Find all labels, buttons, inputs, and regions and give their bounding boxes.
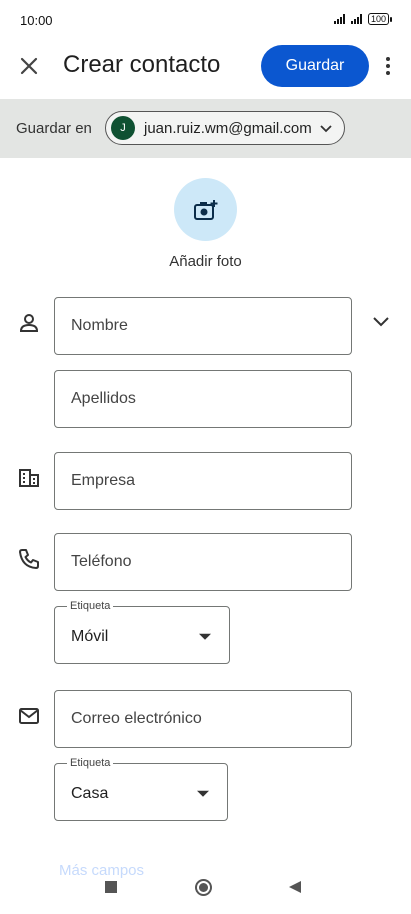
dropdown-arrow-icon: [197, 790, 209, 797]
more-fields-button[interactable]: Más campos: [59, 862, 144, 879]
save-button[interactable]: Guardar: [261, 45, 369, 87]
more-vert-icon: [386, 57, 390, 61]
email-label-caption: Etiqueta: [67, 757, 114, 769]
company-placeholder: Empresa: [71, 472, 136, 489]
signal-icon: [350, 14, 362, 24]
home-icon: [199, 883, 208, 892]
expand-name-button[interactable]: [371, 311, 391, 331]
close-icon: [20, 57, 38, 75]
email-field[interactable]: Correo electrónico: [54, 690, 352, 748]
add-photo-button[interactable]: [174, 178, 237, 241]
recents-button[interactable]: [105, 881, 117, 893]
page-title: Crear contacto: [63, 51, 221, 78]
chevron-down-icon: [320, 125, 332, 133]
phone-icon: [19, 549, 39, 569]
home-button[interactable]: [195, 879, 212, 896]
phone-label-value: Móvil: [71, 628, 109, 646]
person-icon: [19, 314, 39, 332]
company-field[interactable]: Empresa: [54, 452, 352, 510]
more-options-button[interactable]: [378, 51, 398, 81]
add-photo-label: Añadir foto: [169, 253, 242, 270]
phone-placeholder: Teléfono: [71, 553, 132, 570]
close-button[interactable]: [14, 51, 44, 81]
first-name-placeholder: Nombre: [71, 317, 128, 334]
battery-icon: 100: [367, 13, 393, 25]
account-selector[interactable]: J juan.ruiz.wm@gmail.com: [105, 111, 345, 145]
signal-icon: [333, 14, 345, 24]
email-icon: [19, 708, 39, 724]
business-icon: [19, 469, 39, 487]
dropdown-arrow-icon: [199, 633, 211, 640]
phone-label-caption: Etiqueta: [67, 600, 114, 612]
save-in-label: Guardar en: [16, 120, 92, 137]
status-time: 10:00: [20, 13, 53, 28]
add-photo-icon: [193, 199, 217, 220]
email-placeholder: Correo electrónico: [71, 710, 202, 727]
back-button[interactable]: [289, 881, 301, 893]
avatar: J: [111, 116, 135, 140]
phone-label-dropdown[interactable]: Etiqueta Móvil: [54, 600, 230, 664]
email-label-value: Casa: [71, 785, 109, 803]
phone-field[interactable]: Teléfono: [54, 533, 352, 591]
status-icons: 100: [333, 13, 393, 25]
email-label-dropdown[interactable]: Etiqueta Casa: [54, 757, 228, 821]
last-name-placeholder: Apellidos: [71, 390, 136, 407]
first-name-field[interactable]: Nombre: [54, 297, 352, 355]
account-email: juan.ruiz.wm@gmail.com: [144, 119, 312, 137]
last-name-field[interactable]: Apellidos: [54, 370, 352, 428]
